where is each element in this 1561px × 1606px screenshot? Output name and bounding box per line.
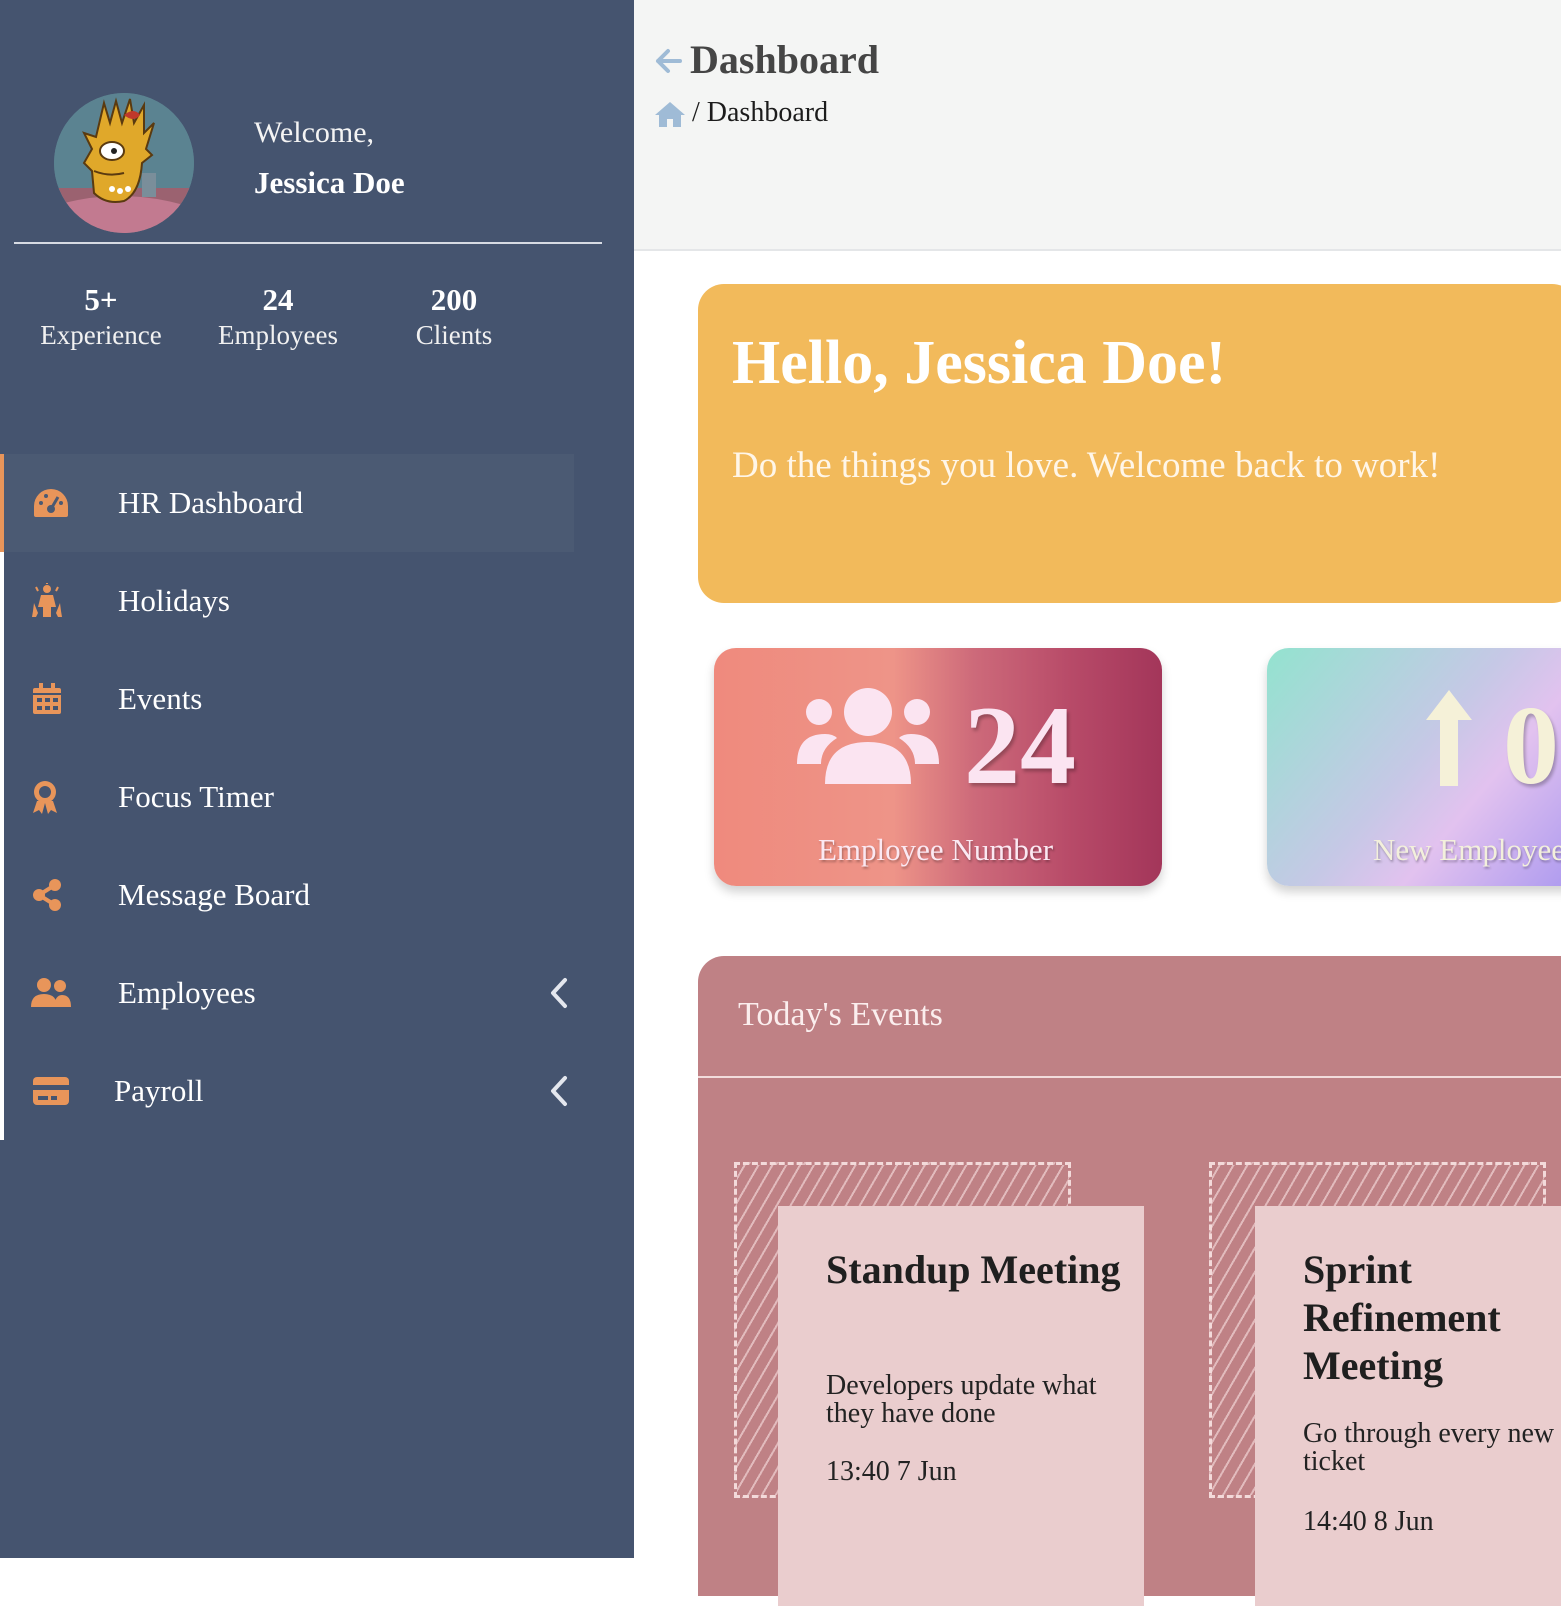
chevron-left-icon[interactable] bbox=[548, 1074, 570, 1108]
stat-value: 200 bbox=[430, 282, 478, 317]
sidebar-item-holidays[interactable]: Holidays bbox=[4, 552, 574, 650]
stat-clients: 200 Clients bbox=[366, 282, 542, 352]
breadcrumb: / Dashboard bbox=[692, 97, 829, 128]
profile-divider bbox=[14, 242, 602, 244]
users-icon bbox=[30, 972, 72, 1014]
page-header: Dashboard / Dashboard bbox=[634, 0, 1561, 251]
stat-label: Clients bbox=[415, 320, 493, 350]
new-employees-value: 0 bbox=[1503, 684, 1559, 808]
welcome-text: Welcome, bbox=[254, 116, 375, 149]
user-name: Jessica Doe bbox=[254, 165, 405, 200]
sidebar-item-label: Holidays bbox=[118, 583, 230, 618]
welcome-banner-title: Hello, Jessica Doe! bbox=[732, 329, 1227, 397]
sidebar-item-label: Employees bbox=[118, 975, 256, 1010]
credit-card-icon bbox=[30, 1070, 72, 1112]
event-time: 13:40 7 Jun bbox=[826, 1456, 957, 1487]
sidebar-item-label: Payroll bbox=[114, 1073, 204, 1108]
tachometer-icon bbox=[30, 482, 72, 524]
award-icon bbox=[24, 776, 66, 818]
event-description: Developers update what they have done bbox=[826, 1370, 1097, 1429]
people-celebrating-icon bbox=[26, 580, 68, 622]
event-card[interactable]: Sprint Refinement Meeting Go through eve… bbox=[1255, 1206, 1561, 1606]
new-employees-card[interactable]: 0 New Employees bbox=[1267, 648, 1561, 886]
sidebar-item-payroll[interactable]: Payroll bbox=[4, 1042, 574, 1140]
sidebar-item-label: Message Board bbox=[118, 877, 310, 912]
event-title: Sprint Refinement Meeting bbox=[1303, 1247, 1501, 1388]
event-card[interactable]: Standup Meeting Developers update what t… bbox=[778, 1206, 1144, 1606]
welcome-banner: Hello, Jessica Doe! Do the things you lo… bbox=[698, 284, 1561, 603]
stat-experience: 5+ Experience bbox=[13, 282, 189, 352]
event-title: Standup Meeting bbox=[826, 1247, 1121, 1292]
stat-employees: 24 Employees bbox=[190, 282, 366, 352]
sidebar-item-focus-timer[interactable]: Focus Timer bbox=[4, 748, 574, 846]
welcome-banner-subtitle: Do the things you love. Welcome back to … bbox=[732, 445, 1441, 486]
employee-number-card[interactable]: 24 Employee Number bbox=[714, 648, 1162, 886]
sidebar-item-hr-dashboard[interactable]: HR Dashboard bbox=[0, 454, 574, 552]
page-title: Dashboard bbox=[690, 37, 879, 82]
avatar-image bbox=[54, 93, 194, 233]
sidebar-item-label: Focus Timer bbox=[118, 779, 274, 814]
home-icon[interactable] bbox=[654, 100, 686, 128]
share-icon bbox=[26, 874, 68, 916]
event-time: 14:40 8 Jun bbox=[1303, 1506, 1434, 1537]
new-employees-label: New Employees bbox=[1373, 832, 1561, 867]
arrow-up-icon bbox=[1426, 690, 1472, 786]
todays-events-panel: Today's Events Standup Meeting Developer… bbox=[698, 956, 1561, 1606]
sidebar-item-events[interactable]: Events bbox=[4, 650, 574, 748]
events-divider bbox=[698, 1076, 1561, 1078]
stat-value: 5+ bbox=[84, 282, 118, 317]
employee-number-label: Employee Number bbox=[818, 832, 1054, 867]
avatar[interactable] bbox=[54, 93, 194, 233]
sidebar-item-label: Events bbox=[118, 681, 203, 716]
sidebar: Welcome, Jessica Doe 5+ Experience 24 Em… bbox=[0, 0, 634, 1558]
stat-label: Experience bbox=[40, 320, 162, 350]
calendar-icon bbox=[26, 678, 68, 720]
sidebar-item-message-board[interactable]: Message Board bbox=[4, 846, 574, 944]
sidebar-item-employees[interactable]: Employees bbox=[4, 944, 574, 1042]
stat-value: 24 bbox=[262, 282, 294, 317]
stat-label: Employees bbox=[218, 320, 338, 350]
sidebar-item-label: HR Dashboard bbox=[118, 485, 304, 520]
event-description: Go through every new ticket bbox=[1303, 1418, 1555, 1477]
users-icon bbox=[797, 688, 939, 784]
events-title: Today's Events bbox=[738, 996, 943, 1033]
chevron-left-icon[interactable] bbox=[548, 976, 570, 1010]
employee-number-value: 24 bbox=[964, 684, 1076, 808]
arrow-left-icon[interactable] bbox=[654, 46, 682, 76]
